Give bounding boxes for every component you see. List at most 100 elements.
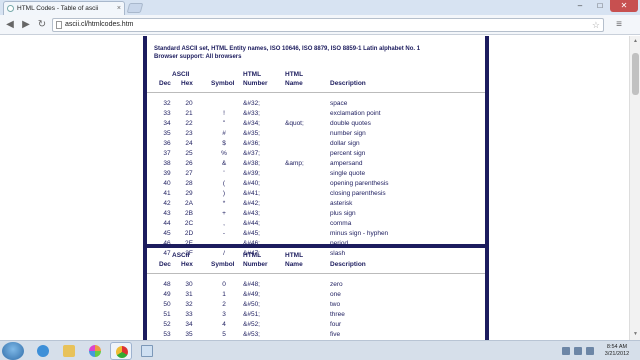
scroll-down-arrow-icon[interactable]: ▼ <box>631 330 640 339</box>
dec-cell: 36 <box>163 140 171 147</box>
hex-cell: 21 <box>185 110 193 117</box>
table-row: 37 25% &#37; percent sign <box>147 150 485 158</box>
html-number-cell: &#33; <box>243 110 260 117</box>
dec-cell: 32 <box>163 100 171 107</box>
forward-arrow-icon[interactable]: ▶ <box>19 18 33 32</box>
html-number-cell: &#41; <box>243 190 260 197</box>
description-cell: double quotes <box>330 120 371 127</box>
notepad-taskbar-button[interactable] <box>136 342 158 360</box>
hex-cell: 32 <box>185 301 193 308</box>
picasa-icon <box>89 345 101 357</box>
hex-cell: 28 <box>185 180 193 187</box>
tab-close-icon[interactable]: × <box>117 2 121 15</box>
html-number-cell: &#36; <box>243 140 260 147</box>
description-cell: one <box>330 291 341 298</box>
description-cell: dollar sign <box>330 140 360 147</box>
header-html-number-2: Number <box>243 80 268 87</box>
content-frame: Standard ASCII set, HTML Entity names, I… <box>143 36 489 340</box>
page-favicon-icon <box>7 5 14 12</box>
table-row: 53 35 5 &#53; five <box>147 331 485 339</box>
html-number-cell: &#44; <box>243 220 260 227</box>
table-row: 33 21! &#33; exclamation point <box>147 110 485 118</box>
table-row: 38 26 & &#38; &amp; ampersand <box>147 160 485 168</box>
wrench-menu-icon[interactable]: ≡ <box>612 18 626 32</box>
dec-cell: 45 <box>163 230 171 237</box>
description-cell: three <box>330 311 345 318</box>
symbol-cell: & <box>221 160 227 167</box>
scroll-up-arrow-icon[interactable]: ▲ <box>631 37 640 46</box>
picasa-taskbar-button[interactable] <box>84 342 106 360</box>
description-cell: comma <box>330 220 352 227</box>
dec-cell: 49 <box>163 291 171 298</box>
symbol-cell: 2 <box>222 301 226 308</box>
description-cell: single quote <box>330 170 366 177</box>
chrome-taskbar-button[interactable] <box>110 342 132 360</box>
header-symbol: Symbol <box>211 261 235 268</box>
html-number-cell: &#37; <box>243 150 260 157</box>
symbol-cell: 1 <box>222 291 226 298</box>
description-cell: closing parenthesis <box>330 190 386 197</box>
header-html-number-1: HTML <box>243 71 262 78</box>
description-cell: zero <box>330 281 343 288</box>
html-number-cell: &#39; <box>243 170 260 177</box>
hex-cell: 2D <box>184 230 194 237</box>
table-row: 39 27 ' &#39; single quote <box>147 170 485 178</box>
explorer-taskbar-button[interactable] <box>58 342 80 360</box>
hex-cell: 2C <box>184 220 194 227</box>
bookmark-star-icon[interactable]: ☆ <box>592 19 600 31</box>
network-icon[interactable] <box>574 347 582 355</box>
new-tab-button[interactable] <box>126 3 144 13</box>
description-cell: plus sign <box>330 210 356 217</box>
reload-icon[interactable]: ↻ <box>35 18 49 32</box>
window-controls: – □ ✕ <box>570 0 638 14</box>
symbol-cell: # <box>222 130 226 137</box>
clock-date: 3/21/2012 <box>604 351 630 357</box>
dec-cell: 51 <box>163 311 171 318</box>
html-number-cell: &#52; <box>243 321 260 328</box>
section-divider <box>147 244 485 248</box>
symbol-cell: , <box>223 220 225 227</box>
header-html-number-1: HTML <box>243 252 262 259</box>
dec-cell: 52 <box>163 321 171 328</box>
symbol-cell: ( <box>222 180 226 187</box>
browser-tab[interactable]: HTML Codes - Table of ascii × <box>3 1 125 15</box>
html-number-cell: &#53; <box>243 331 260 338</box>
html-name-cell: &amp; <box>285 160 304 167</box>
description-cell: five <box>330 331 341 338</box>
hex-cell: 24 <box>185 140 193 147</box>
scroll-thumb[interactable] <box>632 53 639 95</box>
heading-line-1: Standard ASCII set, HTML Entity names, I… <box>154 46 421 52</box>
hex-cell: 2B <box>185 210 193 217</box>
clock[interactable]: 8:54 AM 3/21/2012 <box>598 344 636 358</box>
dec-cell: 50 <box>163 301 171 308</box>
tab-title: HTML Codes - Table of ascii <box>17 5 99 12</box>
hex-cell: 22 <box>185 120 193 127</box>
back-arrow-icon[interactable]: ◀ <box>3 18 17 32</box>
table-row: 43 2B + &#43; plus sign <box>147 210 485 218</box>
html-number-cell: &#49; <box>243 291 260 298</box>
header-symbol: Symbol <box>211 80 235 87</box>
description-cell: minus sign - hyphen <box>330 230 389 237</box>
table-header: ASCII Dec Hex Symbol HTML Number HTML Na… <box>147 252 485 274</box>
description-cell: percent sign <box>330 150 366 157</box>
description-cell: four <box>330 321 342 328</box>
address-bar[interactable]: ascii.cl/htmlcodes.htm ☆ <box>52 18 604 32</box>
html-number-cell: &#35; <box>243 130 260 137</box>
page-viewport: Standard ASCII set, HTML Entity names, I… <box>0 36 629 340</box>
table-row: 40 28 (&#40; opening parenthesis <box>147 180 485 188</box>
table-row: 48 30 0 &#48; zero <box>147 281 485 289</box>
ie-taskbar-button[interactable] <box>32 342 54 360</box>
header-hex: Hex <box>181 80 193 87</box>
dec-cell: 37 <box>163 150 171 157</box>
volume-icon[interactable] <box>586 347 594 355</box>
html-number-cell: &#45; <box>243 230 260 237</box>
close-window-button[interactable]: ✕ <box>610 0 638 12</box>
minimize-button[interactable]: – <box>570 0 590 12</box>
maximize-button[interactable]: □ <box>590 0 610 12</box>
table-row: 45 2D - &#45; minus sign - hyphen <box>147 230 485 238</box>
browser-toolbar: ◀ ▶ ↻ ascii.cl/htmlcodes.htm ☆ ≡ <box>0 15 640 35</box>
html-number-cell: &#40; <box>243 180 260 187</box>
start-orb-icon[interactable] <box>2 342 24 360</box>
tray-arrow-icon[interactable] <box>562 347 570 355</box>
vertical-scrollbar[interactable]: ▲ ▼ <box>629 36 640 340</box>
